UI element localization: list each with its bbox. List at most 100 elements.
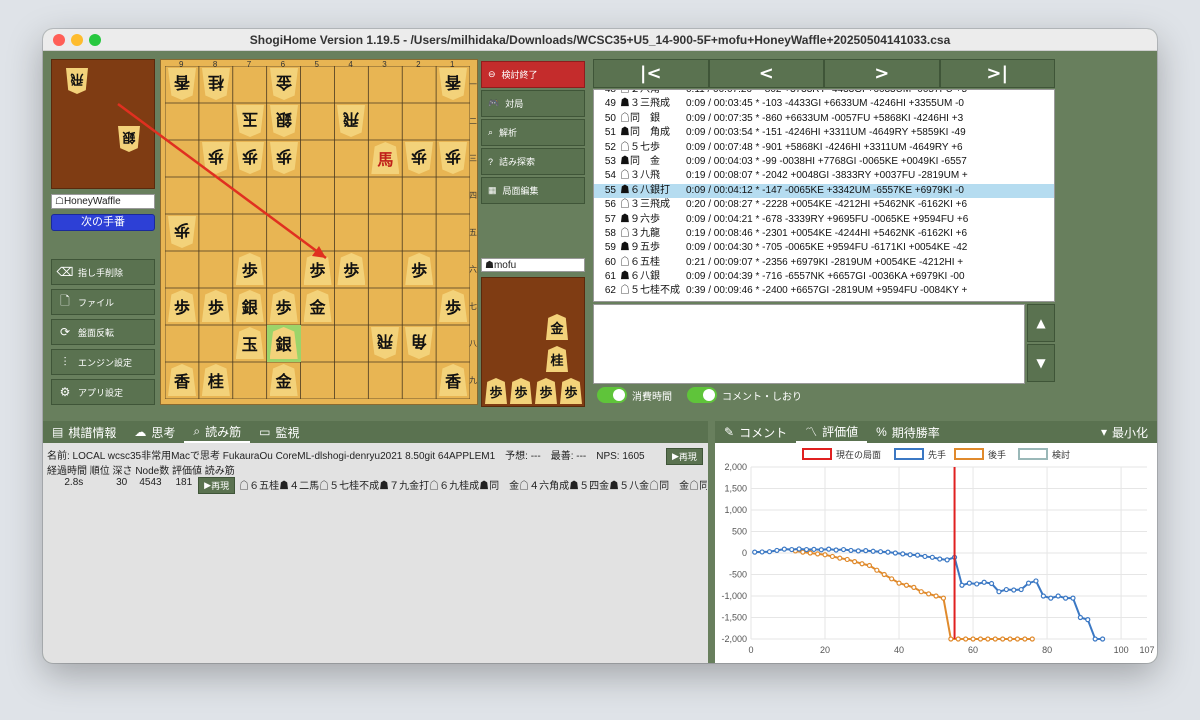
gote-series-line	[795, 549, 1033, 640]
analysis-icon: ⌕	[488, 127, 494, 137]
comment-area[interactable]	[593, 304, 1025, 384]
rotate-icon: ⟳	[59, 325, 71, 339]
tab-label: 棋譜情報	[68, 425, 117, 440]
tab-label: 監視	[275, 425, 300, 440]
tab-win-rate[interactable]: % 期待勝率	[867, 421, 949, 443]
scroll-down-button[interactable]: ▼	[1027, 344, 1055, 382]
board-row-label: 六	[469, 264, 477, 274]
last-move-button[interactable]: >|	[939, 59, 1055, 88]
tab-record-info[interactable]: ▤ 棋譜情報	[43, 421, 125, 443]
hand-piece[interactable]: 歩	[535, 378, 557, 404]
prev-move-button[interactable]: <	[708, 59, 824, 88]
move-number: 50	[604, 112, 616, 124]
sente-series-point	[863, 548, 869, 554]
move-number: 57	[604, 213, 616, 225]
scroll-up-button[interactable]: ▲	[1027, 304, 1055, 342]
sente-series-point	[1062, 595, 1069, 601]
gote-series-point	[926, 591, 932, 597]
end-analysis-button[interactable]: ⊖ 検討終了	[481, 61, 585, 88]
minimize-label: 最小化	[1111, 425, 1148, 440]
hand-piece[interactable]: 飛	[66, 68, 88, 94]
board-piece[interactable]: 歩	[439, 290, 468, 322]
record-row[interactable]: 61 ☗６八銀 0:09 / 00:04:39 * -716 -6557NK +66…	[594, 270, 1054, 284]
record-row[interactable]: 56 ☖３三飛成 0:20 / 00:08:27 * -2228 +0054KE -…	[594, 198, 1054, 212]
record-row[interactable]: 57 ☗９六歩 0:09 / 00:04:21 * -678 -3339RY +96…	[594, 213, 1054, 227]
legend-label: 先手	[928, 449, 946, 461]
board-piece[interactable]: 角	[405, 327, 433, 359]
button-label: 対局	[505, 99, 524, 109]
board-piece[interactable]: 歩	[405, 253, 434, 285]
minimize-window-button[interactable]	[71, 34, 83, 46]
move-text: ☖２八角	[620, 89, 660, 95]
record-row[interactable]: 54 ☖３八飛 0:19 / 00:08:07 * -2042 +0048GI -3…	[594, 169, 1054, 183]
toggle-label: 消費時間	[632, 391, 672, 403]
sente-series-point	[1070, 595, 1076, 601]
board-piece[interactable]: 歩	[439, 142, 467, 174]
replay-label: 再現	[211, 481, 230, 491]
board-piece[interactable]: 香	[439, 68, 467, 100]
move-text: ☖６五桂	[620, 256, 660, 268]
replay-button[interactable]: ▶ 再現	[198, 477, 236, 494]
tab-comment[interactable]: ✎ コメント	[715, 421, 796, 443]
elapsed-time-toggle[interactable]: 消費時間	[597, 387, 672, 403]
x-tick-label: 20	[820, 645, 830, 655]
sente-series-point	[848, 547, 854, 554]
legend-swatch	[894, 448, 924, 460]
mate-search-button[interactable]: ? 詰み探索	[481, 148, 585, 175]
edit-position-button[interactable]: ▦ 局面編集	[481, 177, 585, 204]
legend-swatch	[802, 448, 832, 460]
record-row[interactable]: 49 ☗３三飛成 0:09 / 00:03:45 * -103 -4433GI +6…	[594, 97, 1054, 111]
record-row[interactable]: 51 ☗同 角成 0:09 / 00:03:54 * -151 -4246HI +3…	[594, 126, 1054, 140]
hand-piece[interactable]: 歩	[560, 378, 582, 404]
close-window-button[interactable]	[53, 34, 65, 46]
comment-bookmark-toggle[interactable]: コメント・しおり	[687, 387, 802, 403]
gote-series-point	[948, 636, 954, 642]
hand-piece[interactable]: 金	[546, 314, 568, 340]
move-record-list[interactable]: 48 ☖２八角 0:11 / 00:07:26 * -802 +3733RY -44…	[593, 89, 1055, 302]
board-piece[interactable]: 歩	[405, 142, 433, 174]
game-button[interactable]: 🎮 対局	[481, 90, 585, 117]
x-tick-label: 80	[1042, 645, 1052, 655]
pv-row[interactable]: 2.8s 30 4543 181 ▶ 再現 ☖６五桂☗４二馬☖５七桂不成☗７九金…	[47, 477, 707, 494]
pv-time: 2.8s	[64, 477, 84, 488]
tab-label: コメント	[739, 425, 788, 440]
x-tick-label: 40	[894, 645, 904, 655]
board-row-label: 八	[469, 338, 477, 348]
tab-thinking[interactable]: ☁ 思考	[125, 421, 184, 443]
move-text: ☗９六歩	[620, 213, 660, 225]
toggle-switch[interactable]	[687, 387, 717, 403]
gote-series-point	[1014, 636, 1021, 642]
record-row[interactable]: 55 ☗６八銀打 0:09 / 00:04:12 * -147 -0065KE +3…	[594, 183, 1054, 199]
y-tick-label: 1,500	[724, 484, 747, 494]
record-row[interactable]: 59 ☗９五歩 0:09 / 00:04:30 * -705 -0065KE +95…	[594, 241, 1054, 255]
first-move-button[interactable]: |<	[593, 59, 709, 88]
pv-score: 181	[175, 477, 193, 488]
record-row[interactable]: 53 ☗同 金 0:09 / 00:04:03 * -99 -0038HI +776…	[594, 155, 1054, 169]
hand-piece[interactable]: 桂	[546, 346, 568, 372]
record-row[interactable]: 60 ☖６五桂 0:21 / 00:09:07 * -2356 +6979KI -2…	[594, 256, 1054, 270]
tab-pv[interactable]: ⌕ 読み筋	[184, 421, 251, 443]
pv-depth: 30	[116, 477, 128, 488]
record-row[interactable]: 48 ☖２八角 0:11 / 00:07:26 * -802 +3733RY -44…	[594, 89, 1054, 97]
minimize-button[interactable]: ▾ 最小化	[1092, 421, 1157, 443]
move-number: 61	[604, 271, 616, 283]
record-row[interactable]: 50 ☖同 銀 0:09 / 00:07:35 * -860 +6633UM -00…	[594, 112, 1054, 126]
replay-button[interactable]: ▶ 再現	[666, 448, 703, 465]
tab-evaluation[interactable]: 〽評価値	[796, 421, 868, 443]
hand-piece[interactable]: 歩	[485, 378, 507, 404]
toggle-switch[interactable]	[597, 387, 627, 403]
next-move-button[interactable]: >	[824, 59, 940, 88]
move-info: 0:09 / 00:04:21 * -678 -3339RY +9695FU -…	[686, 213, 969, 225]
analysis-button[interactable]: ⌕ 解析	[481, 119, 585, 146]
gote-series-point	[807, 550, 813, 556]
record-row[interactable]: 58 ☖３九龍 0:19 / 00:08:46 * -2301 +0054KE -4…	[594, 227, 1054, 241]
board-piece[interactable]: 香	[439, 364, 468, 396]
tab-monitor[interactable]: ▭ 監視	[250, 421, 308, 443]
hand-piece[interactable]: 歩	[510, 378, 532, 404]
record-row[interactable]: 52 ☖５七歩 0:09 / 00:07:48 * -901 +5868KI -42…	[594, 141, 1054, 155]
move-info: 0:09 / 00:07:35 * -860 +6633UM -0057FU +…	[686, 112, 964, 124]
replay-all-button[interactable]: ▶ 再現	[666, 444, 703, 465]
sente-series-point	[907, 552, 913, 558]
record-row[interactable]: 62 ☖５七桂不成 0:39 / 00:09:46 * -2400 +6657GI …	[594, 284, 1054, 298]
zoom-window-button[interactable]	[89, 34, 101, 46]
